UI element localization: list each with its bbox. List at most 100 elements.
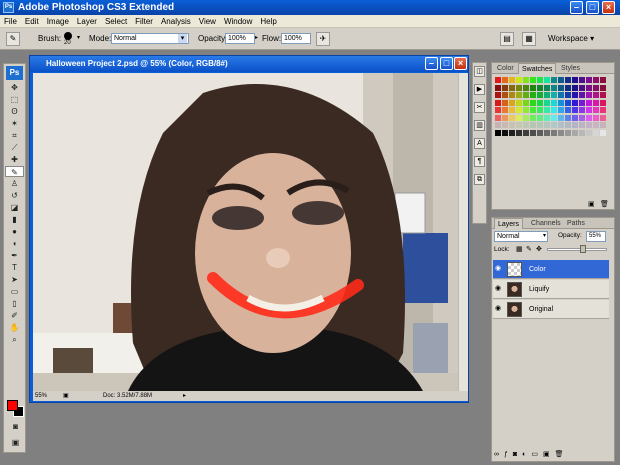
swatch-cell[interactable] <box>544 77 550 83</box>
swatch-cell[interactable] <box>572 92 578 98</box>
swatch-cell[interactable] <box>593 107 599 113</box>
swatch-cell[interactable] <box>509 114 515 121</box>
layer-style-icon[interactable]: ƒ <box>504 451 513 458</box>
eye-icon[interactable]: ◉ <box>495 285 503 293</box>
gradient-tool-icon[interactable]: ▮ <box>5 214 24 225</box>
brushes-icon[interactable]: ▥ <box>474 120 485 131</box>
swatch-cell[interactable] <box>516 114 522 121</box>
menu-view[interactable]: View <box>195 15 220 28</box>
healing-brush-tool-icon[interactable]: ✚ <box>5 154 24 165</box>
layer-row-original[interactable]: ◉ Original <box>493 300 609 319</box>
notes-tool-icon[interactable]: ▯ <box>5 298 24 309</box>
swatch-cell[interactable] <box>516 92 522 98</box>
doc-maximize-button[interactable]: □ <box>440 57 453 70</box>
swatch-cell[interactable] <box>516 107 522 113</box>
workspace-button[interactable]: Workspace ▾ <box>548 33 594 45</box>
swatch-cell[interactable] <box>551 107 557 113</box>
swatch-cell[interactable] <box>495 114 501 121</box>
swatch-cell[interactable] <box>502 107 508 113</box>
delete-layer-icon[interactable]: 🗑 <box>555 451 569 458</box>
swatch-cell[interactable] <box>502 77 508 83</box>
swatch-cell[interactable] <box>544 92 550 98</box>
link-layers-icon[interactable]: ∞ <box>494 451 504 458</box>
swatch-cell[interactable] <box>572 77 578 83</box>
lock-position-icon[interactable]: ✥ <box>536 245 542 253</box>
magic-wand-tool-icon[interactable]: ✶ <box>5 118 24 129</box>
tab-layers[interactable]: Layers <box>494 218 524 229</box>
character-icon[interactable]: A <box>474 138 485 149</box>
lasso-tool-icon[interactable]: ʘ <box>5 106 24 117</box>
status-icon[interactable]: ▣ <box>63 391 69 401</box>
menu-analysis[interactable]: Analysis <box>157 15 195 28</box>
swatch-cell[interactable] <box>509 99 515 106</box>
swatch-cell[interactable] <box>530 77 536 83</box>
swatch-cell[interactable] <box>495 84 501 91</box>
doc-minimize-button[interactable]: – <box>425 57 438 70</box>
swatch-cell[interactable] <box>565 84 571 91</box>
swatch-cell[interactable] <box>516 99 522 106</box>
swatch-cell[interactable] <box>537 114 543 121</box>
swatch-cell[interactable] <box>509 122 515 128</box>
menu-filter[interactable]: Filter <box>131 15 157 28</box>
swatch-cell[interactable] <box>509 107 515 113</box>
eyedropper-tool-icon[interactable]: ✐ <box>5 310 24 321</box>
blend-mode-select[interactable]: Normal ▾ <box>494 231 548 242</box>
tab-color[interactable]: Color <box>494 63 517 74</box>
status-menu-chevron-icon[interactable]: ▸ <box>183 391 186 401</box>
palette-well-icon[interactable]: ▤ <box>500 32 514 46</box>
swatch-cell[interactable] <box>537 107 543 113</box>
swatch-cell[interactable] <box>551 114 557 121</box>
swatch-cell[interactable] <box>565 92 571 98</box>
swatch-cell[interactable] <box>530 114 536 121</box>
new-layer-icon[interactable]: ▣ <box>543 451 555 458</box>
swatch-cell[interactable] <box>579 77 585 83</box>
opacity-input[interactable]: 100% <box>225 33 255 44</box>
swatch-cell[interactable] <box>544 129 550 136</box>
swatch-cell[interactable] <box>495 92 501 98</box>
swatch-cell[interactable] <box>516 129 522 136</box>
type-tool-icon[interactable]: T <box>5 262 24 273</box>
swatch-cell[interactable] <box>502 122 508 128</box>
new-swatch-icon[interactable]: ▣ <box>588 200 595 208</box>
history-icon[interactable]: ⧉ <box>474 174 485 185</box>
swatch-cell[interactable] <box>509 84 515 91</box>
swatch-cell[interactable] <box>593 92 599 98</box>
swatch-cell[interactable] <box>579 84 585 91</box>
opacity-slider-handle[interactable] <box>580 245 586 253</box>
swatch-cell[interactable] <box>600 77 606 83</box>
slice-tool-icon[interactable]: ⟋ <box>5 142 24 153</box>
swatch-cell[interactable] <box>586 129 592 136</box>
swatch-cell[interactable] <box>558 129 564 136</box>
foreground-color-swatch[interactable] <box>7 400 18 411</box>
tool-presets-icon[interactable]: ✂ <box>474 102 485 113</box>
swatch-cell[interactable] <box>523 99 529 106</box>
swatch-cell[interactable] <box>495 77 501 83</box>
swatch-cell[interactable] <box>600 92 606 98</box>
swatch-cell[interactable] <box>551 129 557 136</box>
minimize-button[interactable]: – <box>570 1 583 14</box>
swatch-cell[interactable] <box>579 107 585 113</box>
swatch-cell[interactable] <box>558 77 564 83</box>
histogram-icon[interactable]: ▶ <box>474 84 485 95</box>
swatch-cell[interactable] <box>558 84 564 91</box>
menu-edit[interactable]: Edit <box>21 15 43 28</box>
tab-swatches[interactable]: Swatches <box>518 63 557 74</box>
swatch-cell[interactable] <box>579 114 585 121</box>
swatch-cell[interactable] <box>572 122 578 128</box>
swatch-cell[interactable] <box>565 114 571 121</box>
swatch-cell[interactable] <box>523 129 529 136</box>
brush-dot-icon[interactable] <box>64 32 72 40</box>
swatch-cell[interactable] <box>579 122 585 128</box>
maximize-button[interactable]: □ <box>586 1 599 14</box>
swatch-cell[interactable] <box>586 122 592 128</box>
swatch-cell[interactable] <box>530 107 536 113</box>
marquee-tool-icon[interactable]: ⬚ <box>5 94 24 105</box>
swatch-cell[interactable] <box>600 114 606 121</box>
opacity-slider[interactable] <box>547 248 607 251</box>
shape-tool-icon[interactable]: ▭ <box>5 286 24 297</box>
swatch-cell[interactable] <box>544 122 550 128</box>
swatch-cell[interactable] <box>495 122 501 128</box>
move-tool-icon[interactable]: ✥ <box>5 82 24 93</box>
new-group-icon[interactable]: ▭ <box>531 451 543 458</box>
eye-icon[interactable]: ◉ <box>495 305 503 313</box>
